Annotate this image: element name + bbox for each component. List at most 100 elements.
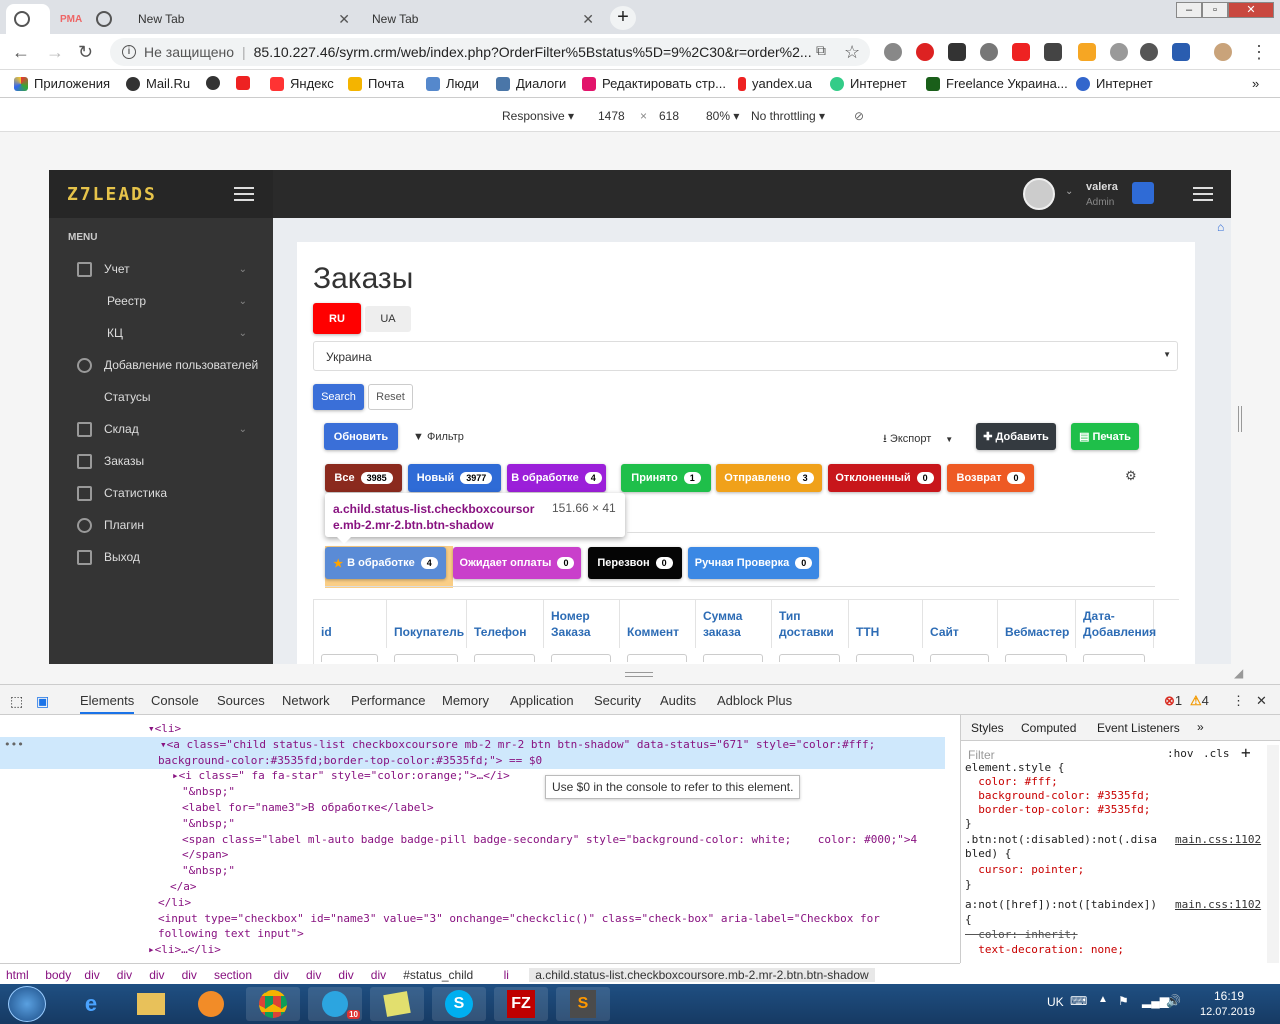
calendar-icon[interactable]: [1132, 182, 1154, 204]
substatus-filter-button[interactable]: Перезвон 0: [588, 547, 682, 579]
column-filter-input[interactable]: [627, 654, 687, 662]
menu-kebab-icon[interactable]: ⋮: [1250, 42, 1268, 63]
clock-time[interactable]: 16:19: [1214, 989, 1244, 1003]
css-rule-line[interactable]: bled) {: [965, 847, 1011, 860]
table-header-cell[interactable]: Сайт: [923, 600, 998, 648]
breadcrumb-item[interactable]: body: [45, 968, 71, 982]
sidebar-item-reestr[interactable]: Реестр ⌄: [49, 285, 273, 317]
dom-node-line[interactable]: ▸<i class=" fa fa-star" style="color:ora…: [172, 768, 510, 784]
sidebar-item-add-users[interactable]: Добавление пользователей: [49, 349, 273, 381]
tab-performance[interactable]: Performance: [351, 693, 425, 708]
column-filter-input[interactable]: [856, 654, 914, 662]
css-rule-line[interactable]: .btn:not(:disabled):not(.disa: [965, 833, 1157, 846]
table-header-cell[interactable]: id: [314, 600, 387, 648]
table-header-cell[interactable]: Номер Заказа: [544, 600, 620, 648]
tab-styles[interactable]: Styles: [971, 721, 1004, 735]
tab-new-tab-2[interactable]: New Tab ✕: [362, 4, 602, 34]
css-rule-line[interactable]: background-color: #3535fd;: [965, 789, 1150, 802]
warning-count[interactable]: ⚠4: [1190, 693, 1209, 709]
print-button[interactable]: ▤ Печать: [1071, 423, 1139, 450]
table-header-cell[interactable]: Покупатель: [387, 600, 467, 648]
close-window-button[interactable]: ✕: [1228, 2, 1274, 18]
table-header-cell[interactable]: Вебмастер: [998, 600, 1076, 648]
css-rule-line[interactable]: border-top-color: #3535fd;: [965, 803, 1150, 816]
table-header-cell[interactable]: ТТН: [849, 600, 923, 648]
bookmark-yandex[interactable]: Яндекс: [270, 76, 334, 91]
sidebar-item-logout[interactable]: Выход: [49, 541, 273, 573]
column-filter-input[interactable]: [551, 654, 611, 662]
pinned-tab[interactable]: [6, 4, 50, 34]
css-rule-line[interactable]: {: [965, 913, 972, 926]
status-filter-button[interactable]: Все 3985: [325, 464, 402, 492]
bookmark-vk[interactable]: Диалоги: [496, 76, 566, 91]
explorer-taskbar-icon[interactable]: [124, 987, 178, 1021]
breadcrumb-item[interactable]: div: [182, 968, 197, 982]
sidebar-item-stats[interactable]: Статистика: [49, 477, 273, 509]
skype-ext-icon[interactable]: [884, 43, 902, 61]
css-rule-line[interactable]: }: [965, 878, 972, 891]
close-tab-icon[interactable]: ✕: [582, 11, 594, 28]
extension-icon[interactable]: [1110, 43, 1128, 61]
lang-ru-button[interactable]: RU: [313, 303, 361, 334]
media-player-taskbar-icon[interactable]: [184, 987, 238, 1021]
volume-icon[interactable]: 🔊: [1166, 994, 1181, 1008]
table-header-cell[interactable]: Дата-Добавления: [1076, 600, 1156, 648]
breadcrumb-item[interactable]: a.child.status-list.checkboxcoursore.mb-…: [529, 968, 875, 982]
bookmark-yandex-ua[interactable]: yandex.ua: [738, 76, 812, 91]
css-rule-line[interactable]: color: #fff;: [965, 775, 1057, 788]
breadcrumb-item[interactable]: html: [6, 968, 29, 982]
resize-handle-right[interactable]: [1238, 406, 1242, 432]
breadcrumb-item[interactable]: div: [371, 968, 386, 982]
more-tabs-icon[interactable]: »: [1197, 720, 1204, 734]
bookmark-internet[interactable]: Интернет: [830, 76, 907, 91]
new-ext-icon[interactable]: [1172, 43, 1190, 61]
zoom-select[interactable]: 80% ▾: [706, 109, 739, 123]
country-select[interactable]: Украина ▼: [313, 341, 1178, 371]
skype-taskbar-icon[interactable]: S: [432, 987, 486, 1021]
status-filter-button[interactable]: В обработке 4: [507, 464, 606, 492]
tab-sources[interactable]: Sources: [217, 693, 265, 708]
home-icon[interactable]: ⌂: [1217, 220, 1224, 234]
tab-console[interactable]: Console: [151, 693, 199, 708]
sidebar-item-uchet[interactable]: Учет ⌄: [49, 253, 273, 285]
tray-arrow-icon[interactable]: ▲: [1098, 994, 1108, 1005]
cls-toggle[interactable]: .cls: [1203, 747, 1230, 760]
reset-button[interactable]: Reset: [368, 384, 413, 410]
notes-taskbar-icon[interactable]: [370, 987, 424, 1021]
status-filter-button[interactable]: Возврат 0: [947, 464, 1034, 492]
tab-memory[interactable]: Memory: [442, 693, 489, 708]
column-filter-input[interactable]: [394, 654, 458, 662]
bookmark-internet-2[interactable]: Интернет: [1076, 76, 1153, 91]
extension-icon[interactable]: [1140, 43, 1158, 61]
bookmark-apps[interactable]: Приложения: [14, 76, 110, 91]
info-icon[interactable]: i: [122, 45, 136, 59]
substatus-filter-button[interactable]: ★ В обработке 4: [325, 547, 446, 579]
column-filter-input[interactable]: [321, 654, 378, 662]
substatus-filter-button[interactable]: Ручная Проверка 0: [688, 547, 819, 579]
sidebar-item-plugin[interactable]: Плагин: [49, 509, 273, 541]
device-toggle-icon[interactable]: ▣: [36, 693, 49, 710]
adblock-icon[interactable]: [916, 43, 934, 61]
css-rule-line[interactable]: element.style {: [965, 761, 1064, 774]
breadcrumb-item[interactable]: div: [149, 968, 164, 982]
network-icon[interactable]: ⚑: [1118, 994, 1129, 1008]
bookmark-people[interactable]: Люди: [426, 76, 479, 91]
css-rule-line[interactable]: a:not([href]):not([tabindex]): [965, 898, 1157, 911]
tab-security[interactable]: Security: [594, 693, 641, 708]
dom-node-line[interactable]: following text input">: [158, 926, 304, 942]
bookmark-mail[interactable]: Почта: [348, 76, 404, 91]
dom-node-line[interactable]: </span>: [182, 847, 228, 863]
clock-date[interactable]: 12.07.2019: [1200, 1006, 1255, 1018]
back-icon[interactable]: ←: [12, 42, 30, 63]
table-header-cell[interactable]: Сумма заказа: [696, 600, 772, 648]
maximize-button[interactable]: ▫: [1202, 2, 1228, 18]
export-button[interactable]: ⭳ Экспорт ▼: [883, 430, 953, 449]
tab-audits[interactable]: Audits: [660, 693, 696, 708]
breadcrumb-item[interactable]: div: [117, 968, 132, 982]
column-filter-input[interactable]: [930, 654, 989, 662]
sublime-taskbar-icon[interactable]: S: [556, 987, 610, 1021]
css-rule-line[interactable]: }: [965, 817, 972, 830]
table-header-cell[interactable]: Тип доставки: [772, 600, 849, 648]
bookmark-freelance[interactable]: Freelance Украина...: [926, 76, 1068, 91]
add-button[interactable]: ✚ Добавить: [976, 423, 1056, 450]
